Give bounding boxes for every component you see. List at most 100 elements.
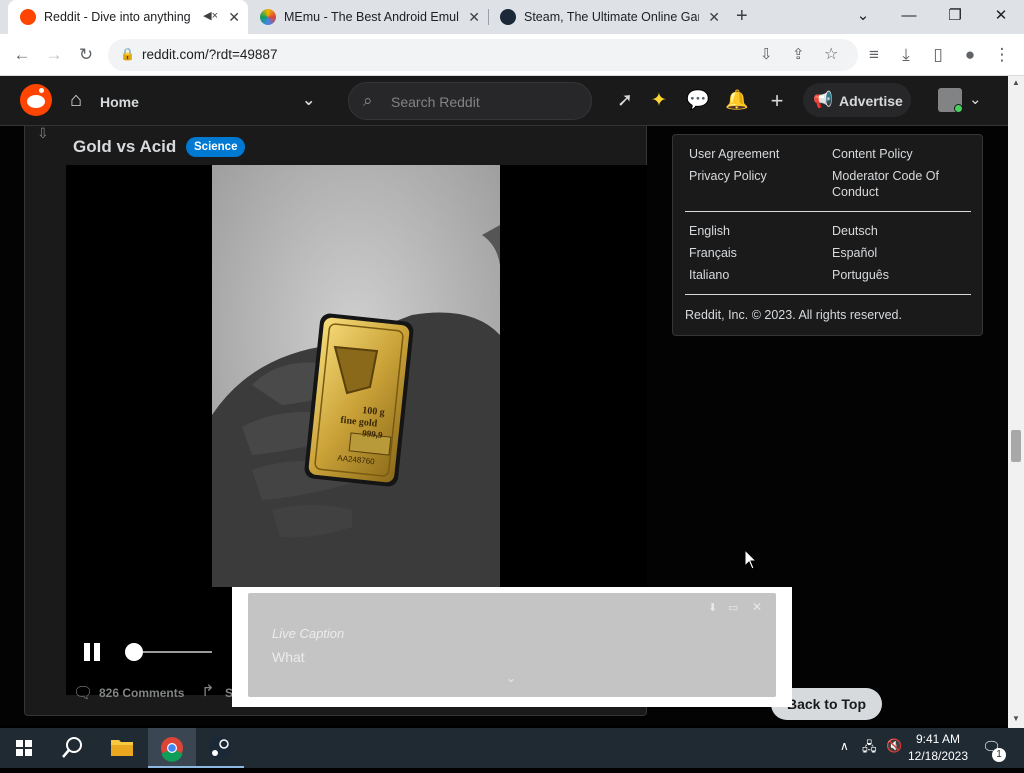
reddit-logo-icon[interactable]: [20, 84, 52, 116]
comment-icon: 🗨: [73, 685, 94, 702]
divider: [685, 294, 971, 295]
share-icon[interactable]: ⇪: [792, 45, 805, 63]
post-flair-badge[interactable]: Science: [186, 137, 246, 157]
coins-icon[interactable]: ✦: [646, 88, 672, 114]
address-bar[interactable]: 🔒 reddit.com/?rdt=49887 ⇩ ⇪ ☆: [108, 39, 858, 71]
download-icon[interactable]: ⤓: [894, 43, 918, 67]
clock-time[interactable]: 9:41 AM: [906, 732, 970, 746]
advertise-button[interactable]: 📢 Advertise: [803, 83, 911, 117]
video-progress-track[interactable]: [132, 651, 212, 653]
lang-francais[interactable]: Français: [689, 245, 737, 261]
search-icon: ⌕: [363, 91, 373, 110]
search-placeholder: Search Reddit: [391, 94, 480, 110]
close-window-icon[interactable]: ✕: [978, 0, 1024, 34]
tab-title: Steam, The Ultimate Online Game Platform: [524, 10, 699, 24]
bookmark-star-icon[interactable]: ☆: [824, 44, 838, 64]
pause-icon[interactable]: [84, 643, 90, 661]
lock-icon: 🔒: [120, 47, 135, 61]
create-post-icon[interactable]: +: [764, 88, 790, 114]
pin-icon[interactable]: ⬇: [708, 601, 717, 614]
chrome-taskbar-icon[interactable]: [148, 728, 196, 768]
link-privacy-policy[interactable]: Privacy Policy: [689, 168, 767, 184]
home-label: Home: [100, 94, 139, 110]
windows-start-icon[interactable]: [0, 728, 48, 768]
address-url[interactable]: reddit.com/?rdt=49887: [142, 47, 277, 62]
minimize-icon[interactable]: —: [886, 0, 932, 34]
install-app-icon[interactable]: ⇩: [760, 45, 773, 63]
close-tab-icon[interactable]: ✕: [468, 9, 480, 26]
sidebar-footer-card: User Agreement Privacy Policy Content Po…: [672, 134, 983, 336]
forward-arrow-icon[interactable]: →: [42, 43, 66, 67]
share-icon[interactable]: ↱: [201, 681, 214, 701]
close-caption-icon[interactable]: ✕: [752, 600, 762, 614]
browser-tab-strip: Reddit - Dive into anything ◀× ✕ MEmu - …: [0, 0, 1024, 34]
side-panel-icon[interactable]: ▯: [926, 43, 950, 67]
taskbar-search-icon[interactable]: [48, 728, 96, 768]
live-caption-text: What: [272, 649, 305, 665]
file-explorer-icon[interactable]: [98, 728, 146, 768]
tab-steam[interactable]: Steam, The Ultimate Online Game Platform…: [488, 0, 728, 34]
volume-muted-icon[interactable]: 🔇: [886, 738, 902, 754]
home-icon: ⌂: [70, 89, 83, 111]
advertise-label: Advertise: [839, 93, 903, 109]
caption-expand-chevron-icon[interactable]: ⌄: [506, 671, 516, 685]
restore-icon[interactable]: ❐: [932, 0, 978, 34]
reddit-header: ⌂ Home ⌄ ⌕ Search Reddit ➚ ✦ 💬 🔔 + 📢 Adv…: [0, 76, 1008, 126]
new-tab-icon[interactable]: +: [736, 5, 748, 28]
tab-search-chevron-icon[interactable]: ⌄: [840, 0, 886, 34]
reddit-favicon-icon: [20, 9, 36, 25]
chat-icon[interactable]: 💬: [685, 88, 711, 114]
scroll-down-arrow-icon[interactable]: ▼: [1012, 714, 1020, 723]
downvote-icon[interactable]: ⇩: [37, 126, 49, 142]
link-user-agreement[interactable]: User Agreement: [689, 146, 779, 162]
gold-bar-in-hand-image: 100 g fine gold 999,9 AA248760: [212, 165, 500, 587]
tab-title: MEmu - The Best Android Emulator: [284, 10, 459, 24]
speaker-muted-icon[interactable]: ◀×: [203, 9, 218, 22]
scroll-up-arrow-icon[interactable]: ▲: [1012, 78, 1020, 87]
reload-icon[interactable]: ↻: [74, 43, 98, 67]
copyright-text: Reddit, Inc. © 2023. All rights reserved…: [685, 308, 902, 322]
lang-espanol[interactable]: Español: [832, 245, 877, 261]
link-content-policy[interactable]: Content Policy: [832, 146, 913, 162]
lang-english[interactable]: English: [689, 223, 730, 239]
browser-toolbar: ← → ↻ 🔒 reddit.com/?rdt=49887 ⇩ ⇪ ☆ ≡ ⤓ …: [0, 34, 1024, 76]
notification-count-badge: 1: [992, 748, 1006, 762]
pause-icon-bar: [94, 643, 100, 661]
lang-portugues[interactable]: Português: [832, 267, 889, 283]
lang-deutsch[interactable]: Deutsch: [832, 223, 878, 239]
menu-kebab-icon[interactable]: ⋮: [990, 43, 1014, 67]
close-tab-icon[interactable]: ✕: [228, 9, 240, 26]
chevron-down-icon: ⌄: [302, 92, 316, 109]
expand-window-icon[interactable]: ▭: [728, 601, 738, 614]
lang-italiano[interactable]: Italiano: [689, 267, 729, 283]
windows-taskbar: ∧ 🖧 🔇 9:41 AM 12/18/2023 🗨 1: [0, 728, 1024, 768]
comments-count[interactable]: 826 Comments: [99, 686, 184, 700]
popular-arrow-icon[interactable]: ➚: [612, 88, 638, 114]
network-icon[interactable]: 🖧: [862, 738, 877, 760]
memu-favicon-icon: [260, 9, 276, 25]
close-tab-icon[interactable]: ✕: [708, 9, 720, 26]
mouse-cursor-icon: [744, 549, 758, 570]
link-moderator-code[interactable]: Moderator Code Of Conduct: [832, 168, 972, 200]
live-caption-panel[interactable]: ⬇ ▭ ✕ Live Caption What ⌄: [232, 587, 792, 707]
video-scrubber-handle[interactable]: [125, 643, 143, 661]
page-scrollbar[interactable]: ▲ ▼: [1008, 76, 1024, 728]
megaphone-icon: 📢: [813, 92, 833, 109]
show-hidden-icons-chevron-icon[interactable]: ∧: [840, 739, 849, 753]
notification-bell-icon[interactable]: 🔔: [724, 88, 750, 114]
tab-title: Reddit - Dive into anything: [44, 10, 191, 24]
user-avatar[interactable]: [938, 88, 963, 113]
live-caption-body: ⬇ ▭ ✕ Live Caption What ⌄: [248, 593, 776, 697]
reading-list-icon[interactable]: ≡: [862, 43, 886, 67]
post-title[interactable]: Gold vs Acid: [73, 137, 176, 157]
profile-avatar-icon[interactable]: ●: [958, 43, 982, 67]
tab-memu[interactable]: MEmu - The Best Android Emulator ✕: [248, 0, 488, 34]
scrollbar-thumb[interactable]: [1011, 430, 1021, 462]
clock-date[interactable]: 12/18/2023: [906, 749, 970, 763]
steam-taskbar-icon[interactable]: [196, 728, 244, 768]
search-input[interactable]: ⌕ Search Reddit: [348, 82, 592, 120]
tab-reddit[interactable]: Reddit - Dive into anything ◀× ✕: [8, 0, 248, 34]
user-menu-chevron-icon[interactable]: ⌄: [969, 90, 982, 108]
home-feed-dropdown[interactable]: ⌂ Home ⌄: [66, 84, 326, 118]
back-arrow-icon[interactable]: ←: [10, 43, 34, 67]
